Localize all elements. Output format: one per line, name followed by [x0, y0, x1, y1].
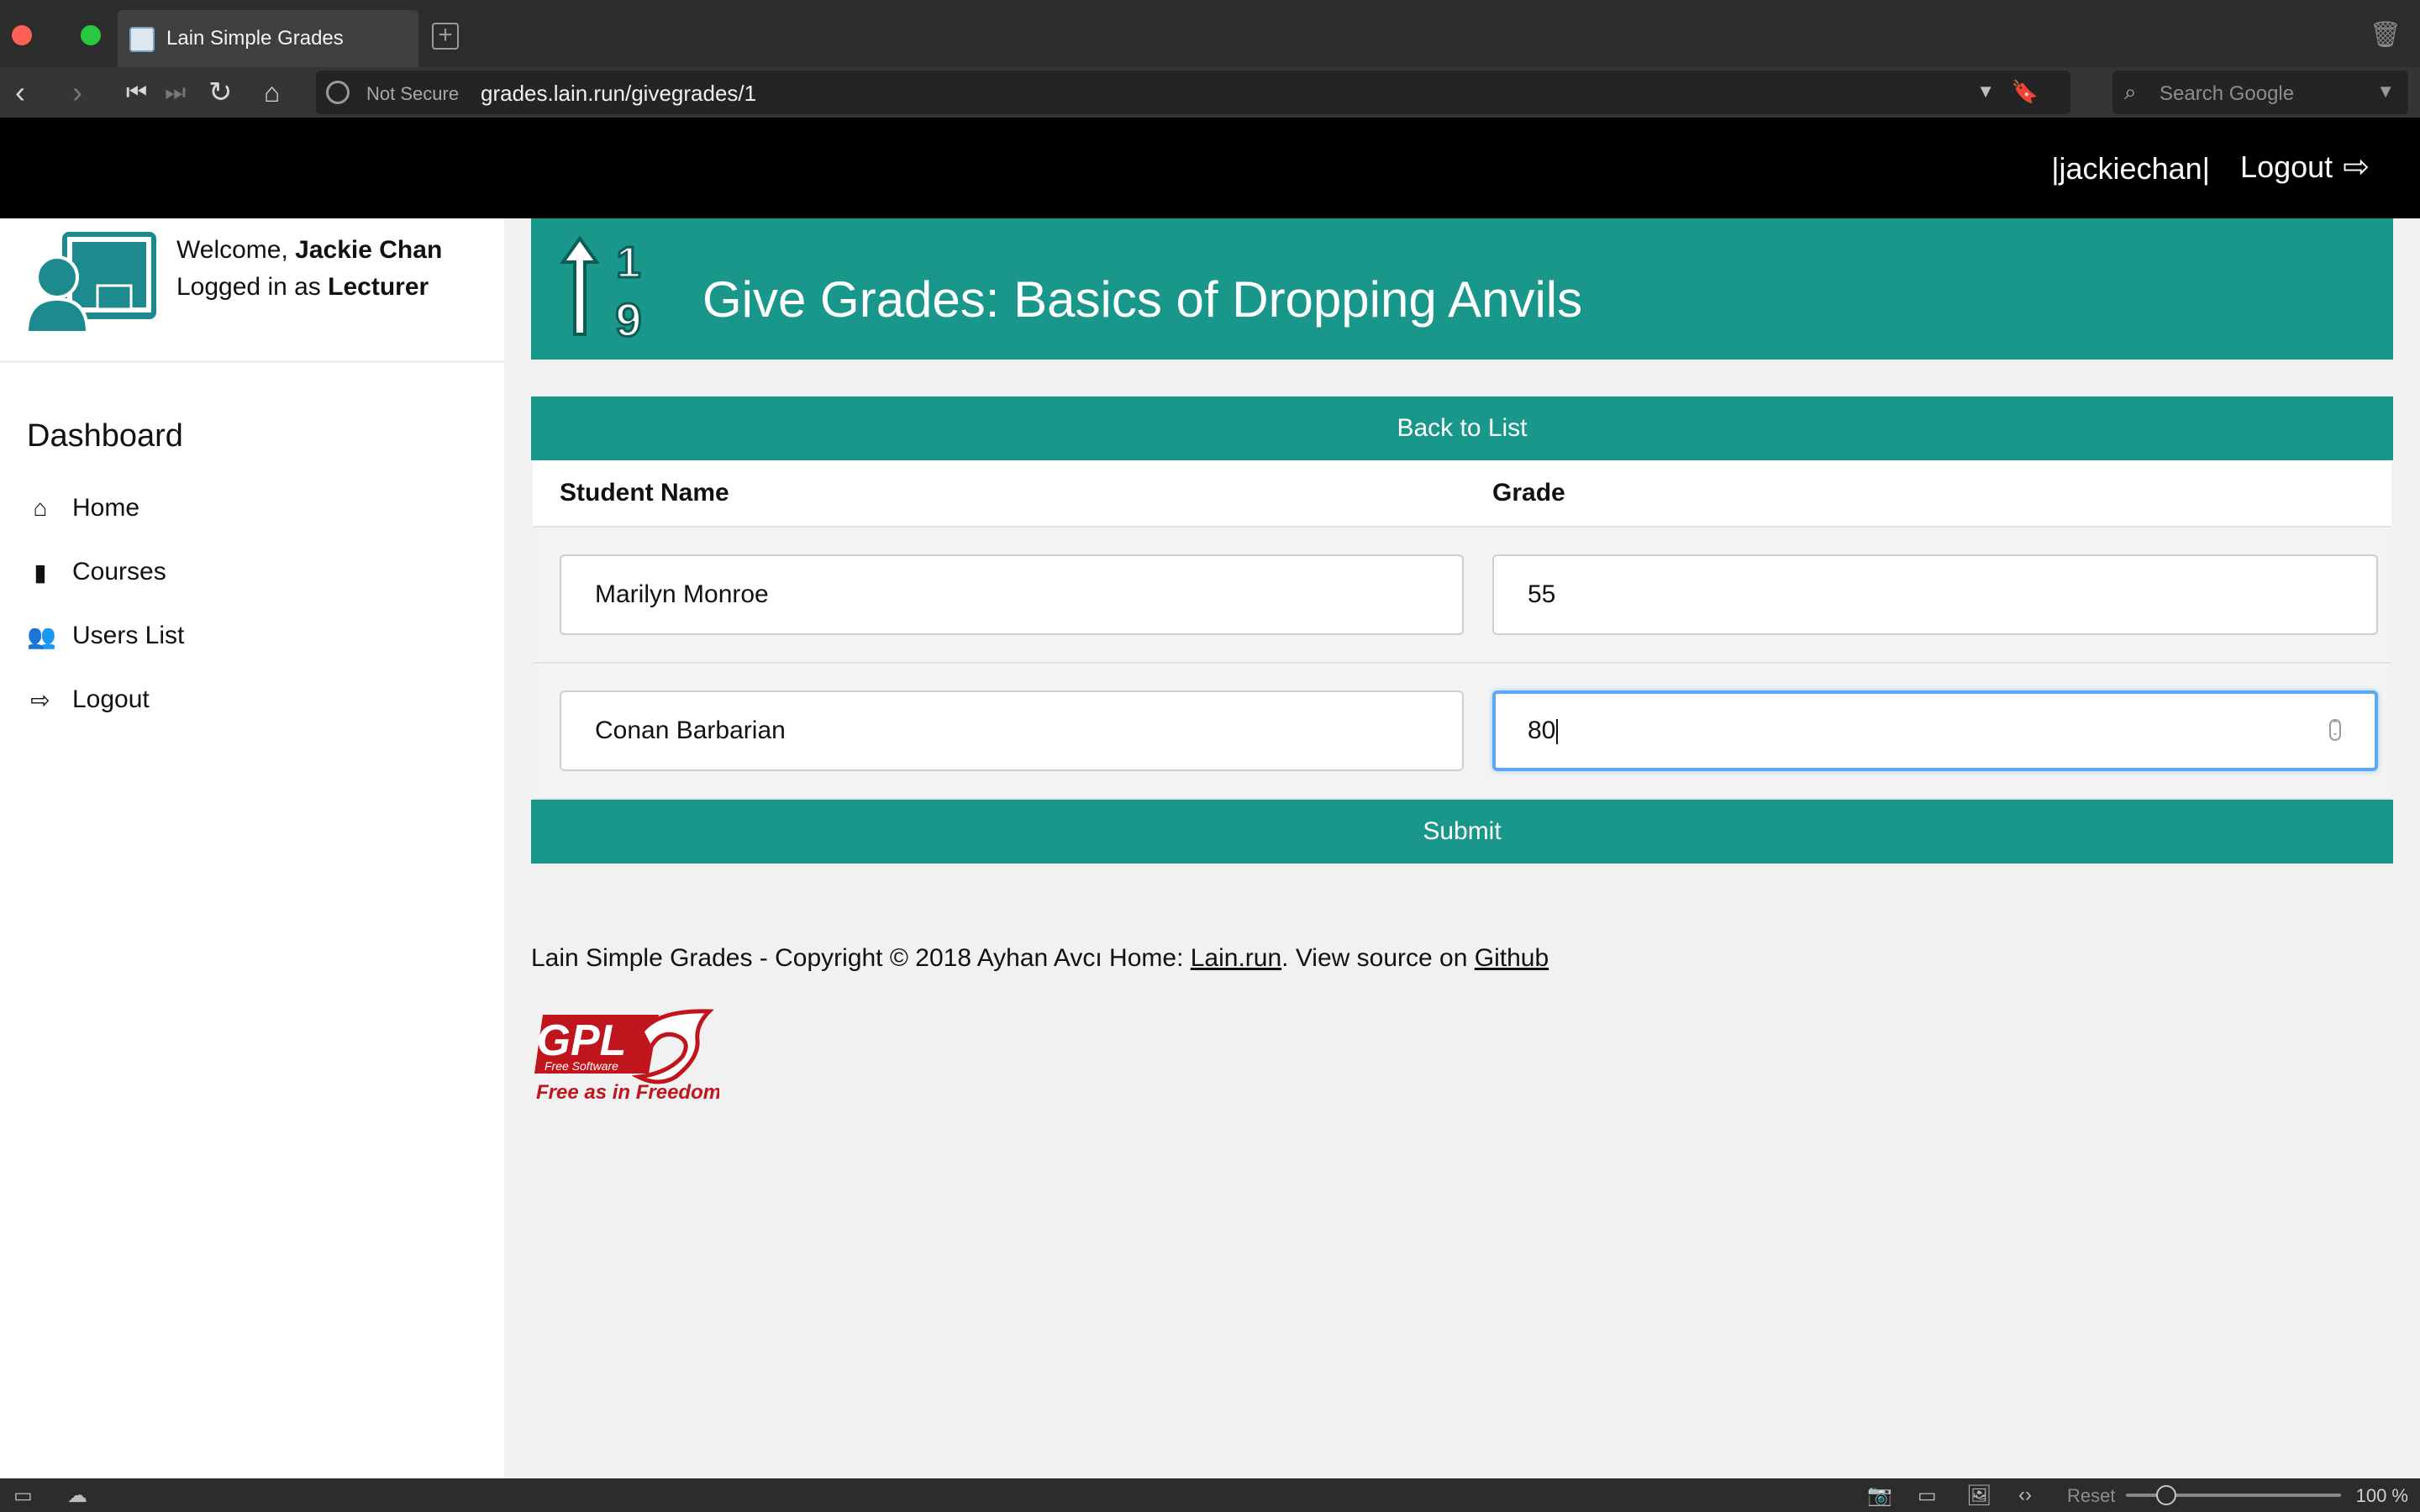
grades-table: Student Name Grade Marilyn Monroe 55 Con…	[533, 460, 2391, 800]
role-name: Lecturer	[328, 273, 429, 301]
back-arrow-icon[interactable]: ‹	[15, 76, 25, 109]
welcome-name: Jackie Chan	[295, 236, 443, 264]
browser-tab[interactable]: Lain Simple Grades	[118, 10, 418, 67]
footer-copyright: Lain Simple Grades - Copyright © 2018 Ay…	[531, 944, 1191, 972]
gpl-logo: GPL Free Software Free as in Freedom	[534, 1009, 719, 1104]
student-name-field[interactable]: Conan Barbarian	[560, 690, 1464, 771]
home-icon[interactable]: ⌂	[264, 76, 280, 109]
grade-field-focused[interactable]: 80 ⌃ ⌄	[1492, 690, 2378, 771]
sidebar-item-logout[interactable]: ⇨ Logout	[27, 685, 150, 714]
reload-icon[interactable]: ↻	[208, 76, 233, 109]
chevron-down-icon[interactable]: ▼	[1976, 81, 1995, 102]
sidebar-item-users-list[interactable]: 👥 Users List	[27, 622, 184, 650]
sidebar-item-home[interactable]: ⌂ Home	[27, 494, 140, 522]
window-icon[interactable]: ▭	[1918, 1483, 1937, 1508]
grade-value: 80	[1528, 717, 1556, 744]
browser-tab-bar: Lain Simple Grades + 🗑	[0, 0, 2420, 67]
table-row: Marilyn Monroe 55	[533, 528, 2391, 664]
new-tab-button[interactable]: +	[432, 23, 459, 50]
header-logout-link[interactable]: Logout ⇨	[2240, 148, 2370, 186]
users-icon: 👥	[27, 622, 56, 649]
chevron-down-icon[interactable]: ▼	[2376, 81, 2395, 102]
page-banner: 1 9 Give Grades: Basics of Dropping Anvi…	[531, 218, 2393, 360]
sidebar: Welcome, Jackie Chan Logged in as Lectur…	[0, 218, 504, 1478]
text-caret	[1556, 719, 1559, 745]
table-header: Student Name Grade	[533, 460, 2391, 528]
sidebar-item-label: Logout	[72, 685, 150, 713]
sidebar-item-courses[interactable]: ▮ Courses	[27, 558, 166, 586]
browser-status-bar: ▭ ☁ 📷 ▭ 🖼 ‹› Reset 100 %	[0, 1478, 2420, 1512]
submit-button[interactable]: Submit	[531, 800, 2393, 864]
bookmark-icon[interactable]: 🔖	[2012, 79, 2039, 105]
rewind-icon[interactable]: ⏮	[126, 76, 147, 109]
camera-icon[interactable]: 📷	[1867, 1483, 1892, 1508]
table-row: Conan Barbarian 80 ⌃ ⌄	[533, 664, 2391, 800]
cloud-icon[interactable]: ☁	[67, 1483, 87, 1508]
clipboard-icon	[129, 27, 155, 52]
zoom-level: 100 %	[2355, 1485, 2408, 1506]
page-title: Give Grades: Basics of Dropping Anvils	[702, 271, 1583, 328]
gpl-badge-tagline: Free as in Freedom	[536, 1081, 719, 1104]
address-bar-row: ‹ › ⏮ ⏭ ↻ ⌂ Not Secure grades.lain.run/g…	[0, 67, 2420, 118]
back-to-list-button[interactable]: Back to List	[531, 396, 2393, 460]
zoom-reset-button[interactable]: Reset	[2067, 1485, 2115, 1507]
image-icon[interactable]: 🖼	[1966, 1483, 1991, 1508]
zoom-slider-handle[interactable]	[2156, 1485, 2176, 1505]
number-stepper-icon[interactable]: ⌃ ⌄	[2329, 719, 2341, 741]
home-link[interactable]: Lain.run	[1191, 944, 1281, 972]
book-icon: ▮	[34, 559, 47, 585]
home-icon: ⌂	[33, 495, 48, 521]
sign-out-icon: ⇨	[2343, 150, 2370, 185]
dashboard-heading: Dashboard	[27, 418, 183, 454]
sidebar-item-label: Users List	[72, 622, 185, 649]
lecturer-avatar-icon	[25, 232, 156, 334]
search-placeholder: Search Google	[2160, 82, 2295, 105]
url-text[interactable]: grades.lain.run/givegrades/1	[481, 81, 756, 107]
search-icon: ⌕	[2124, 79, 2137, 104]
zoom-window-button[interactable]	[81, 25, 101, 45]
tab-title: Lain Simple Grades	[166, 27, 344, 50]
panel-toggle-icon[interactable]: ▭	[13, 1483, 33, 1508]
sidebar-item-label: Home	[72, 494, 140, 522]
top-navbar: |jackiechan| Logout ⇨	[0, 118, 2420, 218]
role-prefix: Logged in as	[176, 273, 321, 301]
gpl-badge-small: Free Software	[544, 1059, 618, 1073]
column-header-student: Student Name	[560, 479, 729, 507]
search-field[interactable]: ⌕ Search Google ▼	[2112, 71, 2408, 114]
github-link[interactable]: Github	[1475, 944, 1549, 972]
gpl-badge-text: GPL	[537, 1016, 627, 1065]
globe-icon	[326, 81, 350, 104]
sign-out-icon: ⇨	[30, 686, 50, 713]
svg-text:1: 1	[617, 239, 641, 287]
close-window-button[interactable]	[12, 25, 32, 45]
sidebar-item-label: Courses	[72, 558, 166, 585]
svg-text:9: 9	[615, 293, 641, 344]
username-label: |jackiechan|	[2051, 151, 2210, 186]
footer-text: Lain Simple Grades - Copyright © 2018 Ay…	[531, 944, 1549, 973]
fast-forward-icon[interactable]: ⏭	[165, 76, 186, 109]
grade-field[interactable]: 55	[1492, 554, 2378, 635]
code-icon[interactable]: ‹›	[2018, 1483, 2032, 1507]
footer-middle-text: . View source on	[1281, 944, 1475, 972]
welcome-text: Welcome, Jackie Chan Logged in as Lectur…	[176, 232, 442, 306]
column-header-grade: Grade	[1492, 479, 1565, 507]
header-logout-label: Logout	[2240, 149, 2333, 184]
student-name-field[interactable]: Marilyn Monroe	[560, 554, 1464, 635]
security-label: Not Secure	[366, 83, 460, 104]
profile-panel: Welcome, Jackie Chan Logged in as Lectur…	[0, 218, 504, 363]
url-field[interactable]: Not Secure grades.lain.run/givegrades/1 …	[316, 71, 2070, 114]
welcome-prefix: Welcome,	[176, 236, 288, 264]
sort-numeric-icon: 1 9	[560, 235, 643, 344]
forward-arrow-icon[interactable]: ›	[72, 76, 82, 109]
trash-icon[interactable]: 🗑	[2370, 20, 2402, 50]
